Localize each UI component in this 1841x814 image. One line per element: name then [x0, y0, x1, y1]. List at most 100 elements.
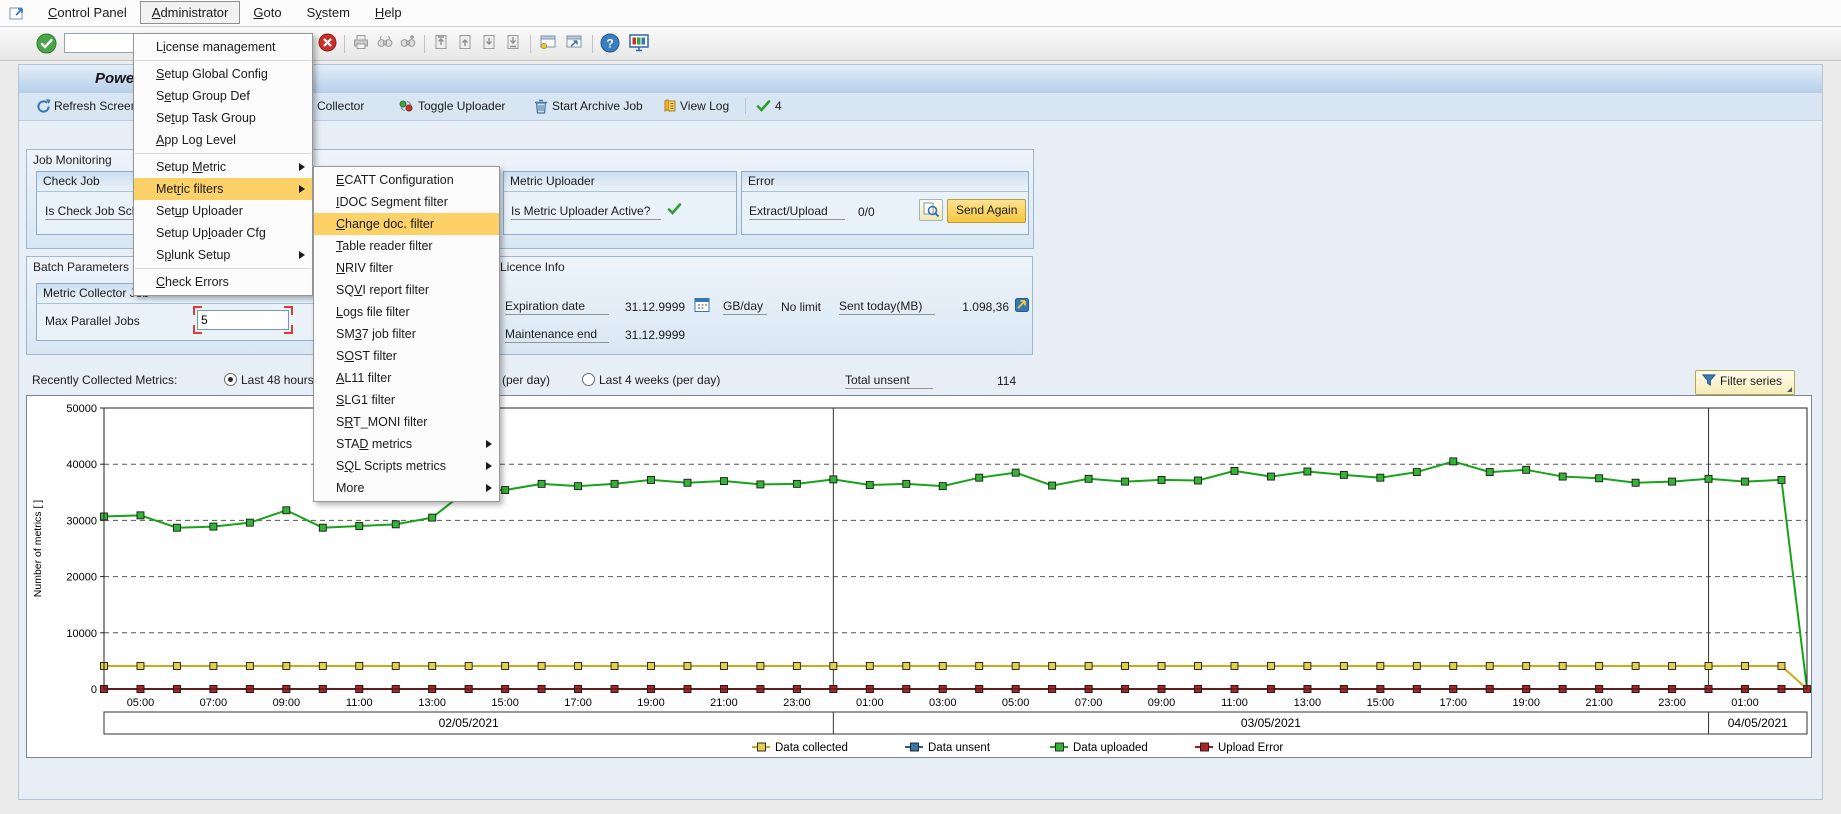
toggle-uploader-button[interactable]: Toggle Uploader: [418, 99, 505, 113]
menu-item-label: App Log Level: [156, 133, 236, 147]
radio-last-4-weeks-label[interactable]: Last 4 weeks (per day): [599, 373, 720, 387]
gb-per-day-label: GB/day: [723, 299, 767, 315]
focus-corner: [284, 306, 293, 315]
menu-item-app-log-level[interactable]: App Log Level: [134, 129, 312, 151]
radio-last-4-weeks[interactable]: [582, 373, 595, 386]
menu-item-table-reader-filter[interactable]: Table reader filter: [314, 235, 499, 257]
filter-series-button[interactable]: Filter series: [1695, 370, 1795, 395]
check-count-icon[interactable]: [756, 99, 771, 118]
check-count-value[interactable]: 4: [775, 99, 782, 113]
menu-item-sql-scripts-metrics[interactable]: SQL Scripts metrics: [314, 455, 499, 477]
x-tick-label: 13:00: [1294, 697, 1322, 709]
view-log-button[interactable]: View Log: [680, 99, 729, 113]
customize-layout-icon[interactable]: [628, 33, 650, 58]
y-tick-label: 30000: [66, 515, 97, 527]
x-tick-label: 01:00: [1731, 697, 1759, 709]
legend-label: Data unsent: [928, 742, 991, 754]
menu-item-al11-filter[interactable]: AL11 filter: [314, 367, 499, 389]
menubar-item-control-panel[interactable]: Control Panel: [36, 1, 139, 24]
menu-item-check-errors[interactable]: Check Errors: [134, 271, 312, 293]
previous-page-icon[interactable]: [456, 33, 474, 56]
menu-item-sm37-job-filter[interactable]: SM37 job filter: [314, 323, 499, 345]
menu-item-label: Change doc. filter: [336, 217, 434, 231]
focus-corner: [284, 325, 293, 334]
export-icon[interactable]: [1013, 296, 1031, 319]
menubar-item-system[interactable]: System: [295, 1, 362, 24]
next-page-icon[interactable]: [480, 33, 498, 56]
x-tick-label: 19:00: [1512, 697, 1540, 709]
radio-last-48-hours-label[interactable]: Last 48 hours: [241, 373, 314, 387]
legend-item-data-uploaded: Data uploaded: [1050, 742, 1148, 754]
submenu-arrow-icon: [486, 440, 492, 448]
menu-item-setup-task-group[interactable]: Setup Task Group: [134, 107, 312, 129]
menu-item-setup-group-def[interactable]: Setup Group Def: [134, 85, 312, 107]
y-axis-label: Number of metrics [ ]: [32, 500, 44, 598]
date-band-label: 03/05/2021: [1241, 716, 1301, 730]
toolbar-separator: [745, 98, 746, 114]
refresh-screen-button[interactable]: Refresh Screen: [54, 99, 137, 113]
x-tick-label: 11:00: [346, 697, 373, 709]
enter-icon[interactable]: [36, 33, 57, 59]
menubar-item-help[interactable]: Help: [363, 1, 414, 24]
menu-item-nriv-filter[interactable]: NRIV filter: [314, 257, 499, 279]
create-shortcut-icon[interactable]: [564, 33, 584, 56]
menu-item-srt-moni-filter[interactable]: SRT_MONI filter: [314, 411, 499, 433]
send-again-button[interactable]: Send Again: [947, 199, 1026, 223]
last-page-icon[interactable]: [504, 33, 522, 56]
help-icon[interactable]: ?: [600, 33, 620, 58]
menu-item-metric-filters[interactable]: Metric filters: [134, 178, 312, 200]
metrics-chart: Number of metrics [ ]0100002000030000400…: [27, 396, 1811, 757]
archive-icon: [533, 98, 549, 120]
menu-item-ecatt-configuration[interactable]: ECATT Configuration: [314, 169, 499, 191]
find-next-icon[interactable]: [399, 33, 417, 56]
x-tick-label: 23:00: [783, 697, 811, 709]
metrics-chart-panel: Number of metrics [ ]0100002000030000400…: [26, 395, 1812, 758]
menu-item-sqvi-report-filter[interactable]: SQVI report filter: [314, 279, 499, 301]
menu-item-label: SM37 job filter: [336, 327, 416, 341]
menu-item-setup-metric[interactable]: Setup Metric: [134, 156, 312, 178]
error-detail-button[interactable]: [919, 199, 943, 221]
x-tick-label: 11:00: [1221, 697, 1248, 709]
radio-per-day-label[interactable]: (per day): [502, 373, 550, 387]
menu-item-more[interactable]: More: [314, 477, 499, 499]
menu-separator: [135, 60, 311, 61]
start-archive-job-button[interactable]: Start Archive Job: [552, 99, 643, 113]
menu-item-label: IDOC Segment filter: [336, 195, 448, 209]
menubar-item-goto[interactable]: Goto: [241, 1, 293, 24]
metric-filters-submenu: ECATT Configuration IDOC Segment filter Ch…: [313, 166, 500, 502]
menu-item-logs-file-filter[interactable]: Logs file filter: [314, 301, 499, 323]
metrics-filter-bar: Recently Collected Metrics: Last 48 hour…: [19, 368, 1822, 394]
menubar-item-administrator[interactable]: Administrator: [140, 1, 241, 24]
legend-item-data-unsent: Data unsent: [905, 742, 991, 754]
menu-item-setup-uploader-cfg[interactable]: Setup Uploader Cfg: [134, 222, 312, 244]
max-parallel-jobs-input[interactable]: [197, 310, 289, 330]
y-tick-label: 0: [91, 684, 97, 696]
cancel-icon[interactable]: [318, 33, 337, 57]
menu-item-splunk-setup[interactable]: Splunk Setup: [134, 244, 312, 266]
x-tick-label: 03:00: [929, 697, 957, 709]
new-session-icon[interactable]: [538, 33, 558, 56]
menu-item-label: Metric filters: [156, 182, 223, 196]
menu-item-setup-uploader[interactable]: Setup Uploader: [134, 200, 312, 222]
toolbar-separator: [592, 35, 593, 53]
menu-item-label: Setup Uploader: [156, 204, 243, 218]
toggle-collector-button[interactable]: Collector: [317, 99, 364, 113]
menu-item-change-doc-filter[interactable]: Change doc. filter: [314, 213, 499, 235]
radio-last-48-hours[interactable]: [224, 373, 237, 386]
find-icon[interactable]: [376, 33, 394, 56]
menu-item-license-management[interactable]: License management: [134, 36, 312, 58]
calendar-icon[interactable]: [693, 296, 711, 319]
toolbar-separator: [344, 35, 345, 53]
menu-item-slg1-filter[interactable]: SLG1 filter: [314, 389, 499, 411]
first-page-icon[interactable]: [432, 33, 450, 56]
submenu-arrow-icon: [486, 462, 492, 470]
x-tick-label: 23:00: [1658, 697, 1686, 709]
system-menu-icon[interactable]: [8, 4, 28, 22]
menu-item-idoc-segment-filter[interactable]: IDOC Segment filter: [314, 191, 499, 213]
menu-item-label: SOST filter: [336, 349, 397, 363]
expiration-date-value: 31.12.9999: [625, 300, 685, 314]
menu-item-setup-global-config[interactable]: Setup Global Config: [134, 63, 312, 85]
menu-item-stad-metrics[interactable]: STAD metrics: [314, 433, 499, 455]
menu-item-sost-filter[interactable]: SOST filter: [314, 345, 499, 367]
print-icon[interactable]: [352, 33, 370, 56]
